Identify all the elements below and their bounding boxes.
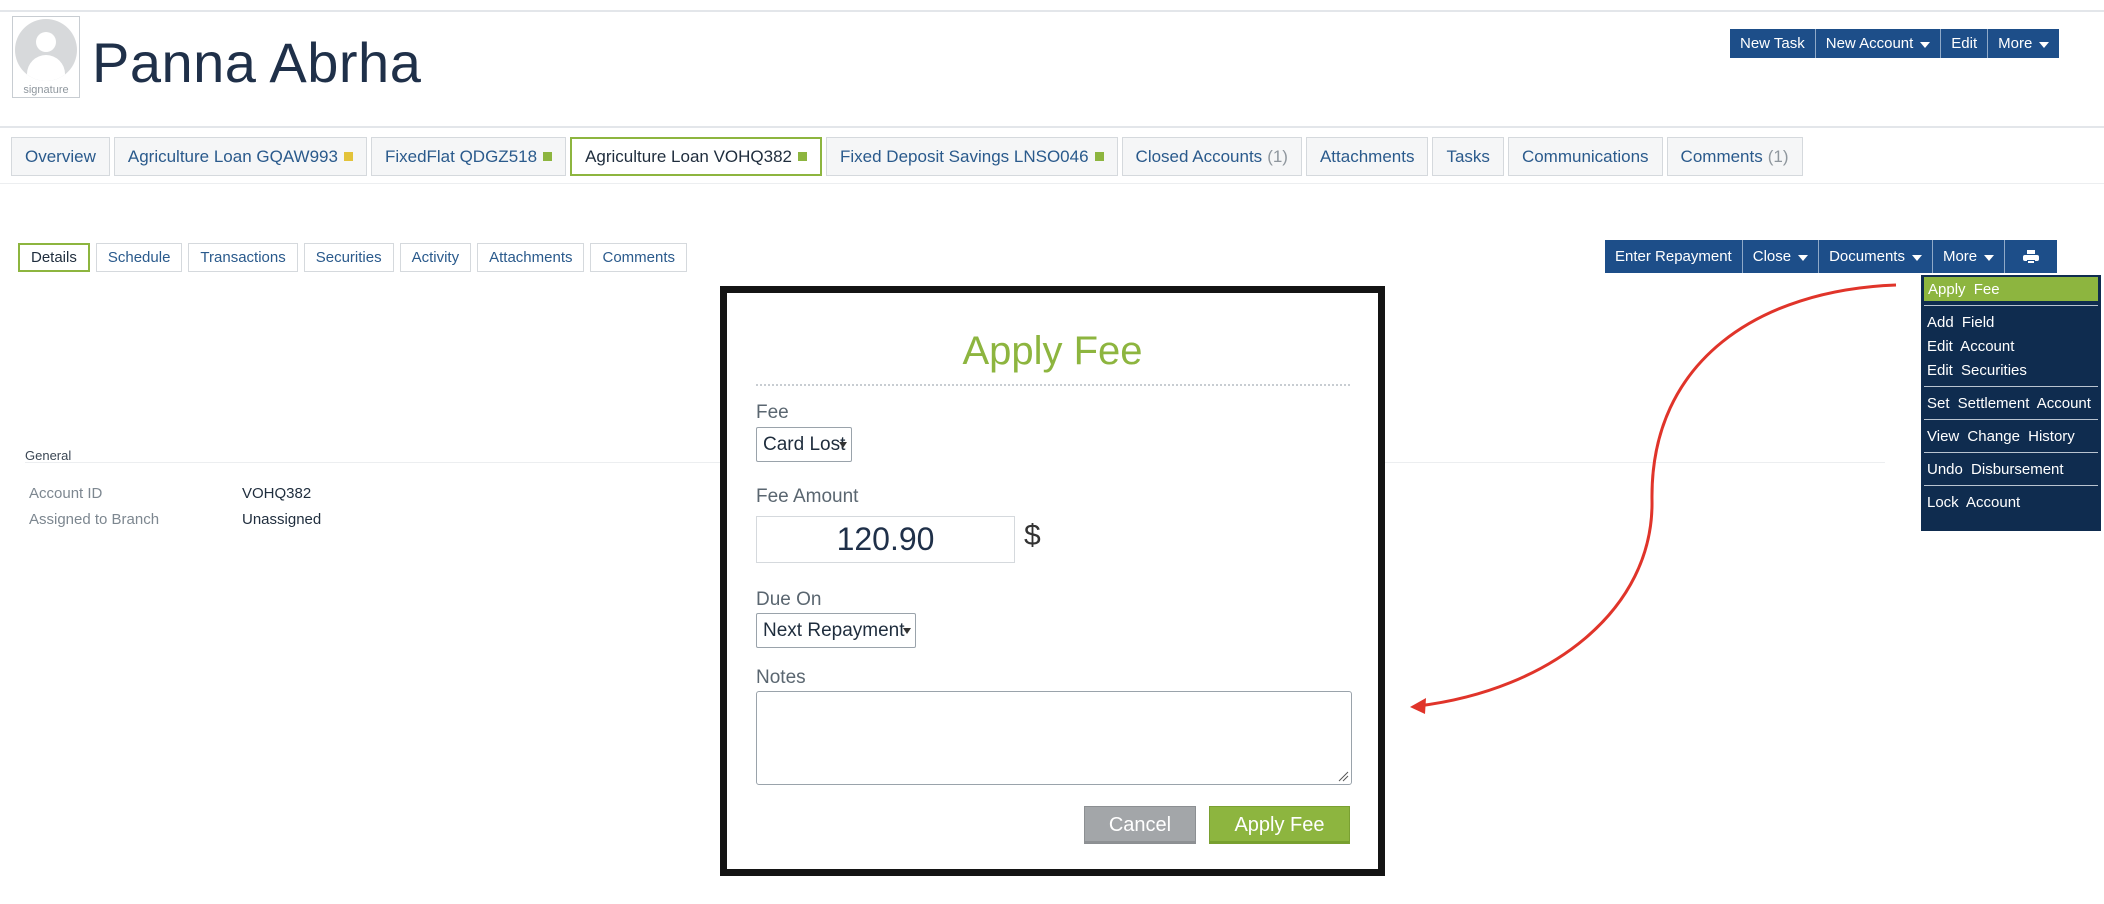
new-task-button[interactable]: New Task: [1730, 29, 1815, 58]
menu-separator: [1924, 452, 2098, 453]
caret-down-icon: [1911, 254, 1922, 261]
enter-repayment-button[interactable]: Enter Repayment: [1605, 240, 1742, 273]
fee-amount-label: Fee Amount: [756, 486, 859, 507]
status-dot-icon: [343, 152, 353, 161]
caret-down-icon: [2039, 41, 2050, 48]
menu-item-edit-account[interactable]: Edit Account: [1921, 334, 2101, 358]
currency-symbol: $: [1024, 519, 1041, 552]
branch-value: Unassigned: [242, 511, 322, 528]
caret-down-icon: [1798, 254, 1809, 261]
due-on-select[interactable]: Next Repayment: [756, 613, 916, 648]
menu-separator: [1924, 386, 2098, 387]
avatar-placeholder-icon: [15, 19, 77, 81]
tabs-divider: [0, 183, 2104, 184]
dialog-title: Apply Fee: [962, 329, 1143, 373]
tab-overview[interactable]: Overview: [11, 137, 110, 176]
subtab-schedule[interactable]: Schedule: [95, 243, 183, 272]
menu-item-apply-fee[interactable]: Apply Fee: [1924, 277, 2098, 301]
tab-tasks[interactable]: Tasks: [1432, 137, 1504, 176]
select-arrow-icon: [839, 442, 847, 448]
tab-closed-accounts[interactable]: Closed Accounts (1): [1121, 137, 1302, 176]
subtab-comments[interactable]: Comments: [590, 243, 688, 272]
tab-comments[interactable]: Comments (1): [1666, 137, 1803, 176]
fee-select[interactable]: Card Lost: [756, 427, 852, 462]
account-id-value: VOHQ382: [242, 485, 312, 502]
print-button[interactable]: [2004, 240, 2057, 273]
tab-communications[interactable]: Communications: [1507, 137, 1663, 176]
subtab-details[interactable]: Details: [18, 243, 90, 272]
tab-attachments[interactable]: Attachments: [1305, 137, 1429, 176]
new-account-button[interactable]: New Account: [1814, 29, 1941, 58]
page-title: Panna Abrha: [92, 31, 422, 94]
status-dot-icon: [543, 152, 553, 161]
documents-button[interactable]: Documents: [1818, 240, 1932, 273]
select-arrow-icon: [903, 628, 911, 634]
account-id-label: Account ID: [29, 485, 103, 502]
header-more-button[interactable]: More: [1987, 29, 2059, 58]
notes-label: Notes: [756, 667, 806, 688]
tab-fixed-deposit-savings-lnso046[interactable]: Fixed Deposit Savings LNSO046: [826, 137, 1118, 176]
tab-fixedflat-qdgz518[interactable]: FixedFlat QDGZ518: [370, 137, 567, 176]
menu-item-set-settlement-account[interactable]: Set Settlement Account: [1921, 391, 2101, 415]
menu-item-lock-account[interactable]: Lock Account: [1921, 490, 2101, 514]
close-account-button[interactable]: Close: [1741, 240, 1818, 273]
avatar[interactable]: signature: [12, 16, 80, 98]
menu-item-edit-securities[interactable]: Edit Securities: [1921, 358, 2101, 382]
subtab-activity[interactable]: Activity: [399, 243, 472, 272]
due-on-label: Due On: [756, 589, 822, 610]
resize-handle-icon[interactable]: [1337, 770, 1349, 782]
dialog-title-divider: [756, 384, 1350, 386]
account-tabs: Overview Agriculture Loan GQAW993 FixedF…: [11, 137, 1803, 176]
section-title-general: General: [25, 448, 72, 463]
header-divider: [0, 126, 2104, 128]
apply-fee-dialog: Apply Fee Fee Card Lost Fee Amount 120.9…: [720, 286, 1385, 876]
subtab-attachments[interactable]: Attachments: [477, 243, 585, 272]
status-dot-icon: [1094, 152, 1104, 161]
cancel-button[interactable]: Cancel: [1084, 806, 1196, 844]
print-icon: [2023, 249, 2040, 264]
fee-label: Fee: [756, 402, 789, 423]
menu-item-view-change-history[interactable]: View Change History: [1921, 424, 2101, 448]
menu-item-add-field[interactable]: Add Field: [1921, 310, 2101, 334]
account-more-button[interactable]: More: [1931, 240, 2004, 273]
branch-label: Assigned to Branch: [29, 511, 160, 528]
menu-separator: [1924, 419, 2098, 420]
menu-item-undo-disbursement[interactable]: Undo Disbursement: [1921, 457, 2101, 481]
menu-separator: [1924, 485, 2098, 486]
apply-fee-button[interactable]: Apply Fee: [1209, 806, 1350, 844]
caret-down-icon: [1984, 254, 1995, 261]
top-border: [0, 10, 2104, 12]
avatar-caption: signature: [23, 84, 69, 96]
subtab-transactions[interactable]: Transactions: [188, 243, 298, 272]
status-dot-icon: [798, 152, 808, 161]
more-actions-menu: Apply Fee Add Field Edit Account Edit Se…: [1921, 275, 2101, 531]
account-action-bar: Enter Repayment Close Documents More: [1605, 240, 2058, 273]
header-action-bar: New Task New Account Edit More: [1730, 29, 2060, 58]
subtab-securities[interactable]: Securities: [303, 243, 394, 272]
tab-agriculture-loan-gqaw993[interactable]: Agriculture Loan GQAW993: [113, 137, 367, 176]
tab-agriculture-loan-vohq382[interactable]: Agriculture Loan VOHQ382: [570, 137, 823, 176]
caret-down-icon: [1920, 41, 1931, 48]
fee-amount-input[interactable]: 120.90: [756, 516, 1015, 563]
account-subtabs: Details Schedule Transactions Securities…: [18, 243, 688, 272]
menu-separator: [1924, 305, 2098, 306]
notes-textarea[interactable]: [756, 691, 1352, 785]
edit-button[interactable]: Edit: [1940, 29, 1987, 58]
